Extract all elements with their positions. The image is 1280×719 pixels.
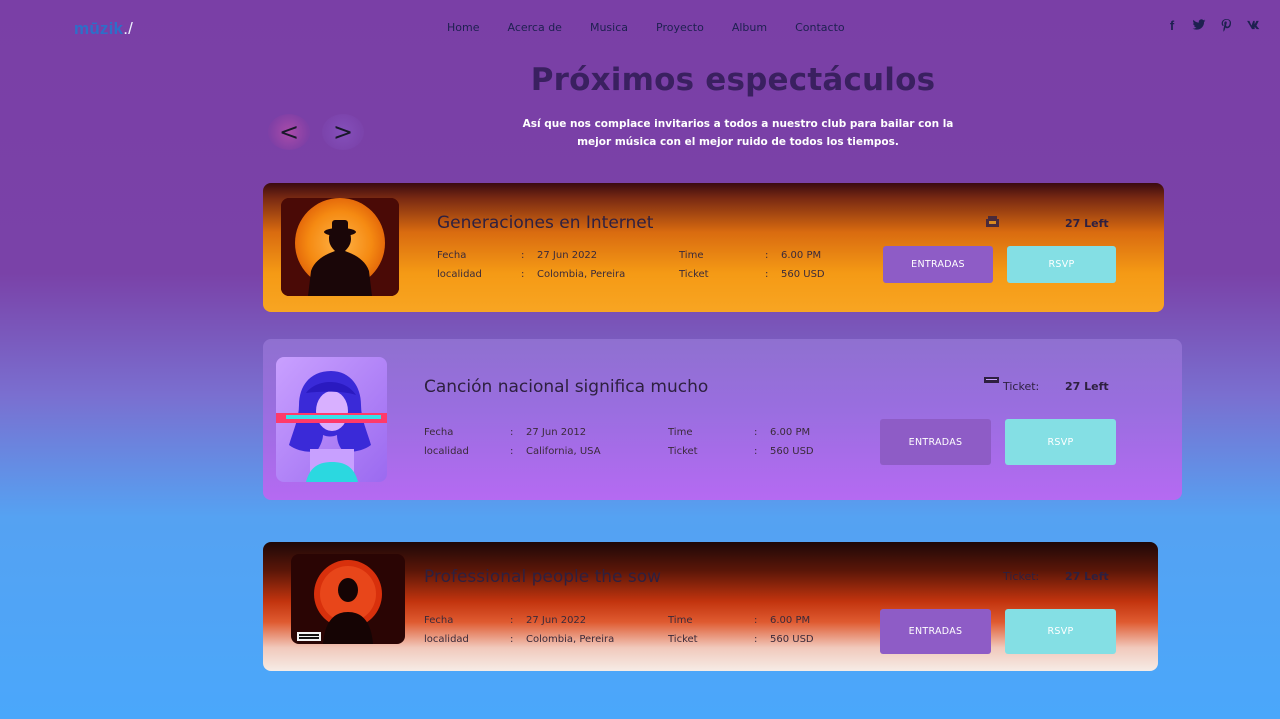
chevron-right-icon: > (332, 118, 354, 146)
nav-item-album[interactable]: Album (718, 21, 781, 35)
carousel-next-button[interactable]: > (322, 114, 364, 150)
twitter-icon[interactable] (1192, 18, 1206, 34)
facebook-icon[interactable]: f (1165, 18, 1179, 34)
nav-item-proyecto[interactable]: Proyecto (642, 21, 718, 35)
brand-logo[interactable]: mūzik./ (74, 19, 133, 39)
section-subtitle: Así que nos complace invitarios a todos … (522, 118, 954, 148)
event-details: Fecha:27 Jun 2012 Time:6.00 PM localidad:… (424, 424, 850, 461)
logo-suffix: ./ (123, 19, 134, 38)
time-value: 6.00 PM (770, 615, 811, 626)
nav-item-contacto[interactable]: Contacto (781, 21, 859, 35)
localidad-label: localidad (437, 268, 482, 280)
event-title: Professional people the sow (424, 567, 662, 587)
event-image (281, 198, 399, 296)
ticket-icon (986, 216, 999, 227)
ticket-value: 560 USD (770, 633, 814, 645)
fecha-value: 27 Jun 2022 (526, 615, 587, 626)
localidad-value: Colombia, Pereira (526, 633, 615, 645)
ticket-tag: Ticket: (1003, 380, 1040, 393)
vk-icon[interactable] (1246, 18, 1260, 34)
tickets-left: 27 Left (1065, 570, 1109, 583)
ticket-icon (984, 377, 999, 383)
tickets-left: 27 Left (1065, 217, 1109, 230)
logo-text: mūzik (74, 19, 124, 38)
event-image (291, 554, 405, 644)
event-details: Fecha:27 Jun 2022 Time:6.00 PM localidad:… (437, 247, 861, 284)
chevron-left-icon: < (278, 118, 300, 146)
tickets-left: 27 Left (1065, 380, 1109, 393)
rsvp-button[interactable]: RSVP (1005, 609, 1116, 654)
nav-item-acerca[interactable]: Acerca de (493, 21, 575, 35)
ticket-tag: Ticket: (1003, 570, 1040, 583)
ticket-label: Ticket (668, 445, 698, 457)
main-nav: Home Acerca de Musica Proyecto Album Con… (433, 21, 859, 35)
ticket-label: Ticket (679, 268, 709, 280)
time-label: Time (679, 250, 704, 261)
event-details: Fecha:27 Jun 2022 Time:6.00 PM localidad:… (424, 612, 850, 649)
localidad-value: Colombia, Pereira (537, 268, 626, 280)
time-label: Time (668, 615, 693, 626)
page-title: Próximos espectáculos (530, 62, 936, 98)
entradas-button[interactable]: ENTRADAS (883, 246, 993, 283)
event-title: Canción nacional significa mucho (424, 377, 709, 397)
event-title: Generaciones en Internet (437, 213, 654, 233)
ticket-value: 560 USD (781, 268, 825, 280)
event-card: Generaciones en Internet Fecha:27 Jun 20… (263, 183, 1164, 312)
time-value: 6.00 PM (770, 427, 811, 438)
ticket-value: 560 USD (770, 445, 814, 457)
rsvp-button[interactable]: RSVP (1005, 419, 1116, 465)
social-links: f (1165, 18, 1260, 34)
entradas-button[interactable]: ENTRADAS (880, 419, 991, 465)
fecha-label: Fecha (424, 427, 454, 438)
carousel-prev-button[interactable]: < (268, 114, 310, 150)
pinterest-icon[interactable] (1219, 18, 1233, 34)
localidad-value: California, USA (526, 445, 601, 457)
time-label: Time (668, 427, 693, 438)
event-image (276, 357, 387, 482)
event-card: Professional people the sow Fecha:27 Jun… (263, 542, 1158, 671)
event-card: Canción nacional significa mucho Fecha:2… (263, 339, 1182, 500)
fecha-label: Fecha (424, 615, 454, 626)
nav-item-home[interactable]: Home (433, 21, 493, 35)
fecha-value: 27 Jun 2012 (526, 427, 587, 438)
localidad-label: localidad (424, 633, 469, 645)
nav-item-musica[interactable]: Musica (576, 21, 642, 35)
rsvp-button[interactable]: RSVP (1007, 246, 1116, 283)
ticket-label: Ticket (668, 633, 698, 645)
entradas-button[interactable]: ENTRADAS (880, 609, 991, 654)
fecha-value: 27 Jun 2022 (537, 250, 598, 261)
localidad-label: localidad (424, 445, 469, 457)
time-value: 6.00 PM (781, 250, 822, 261)
fecha-label: Fecha (437, 250, 467, 261)
